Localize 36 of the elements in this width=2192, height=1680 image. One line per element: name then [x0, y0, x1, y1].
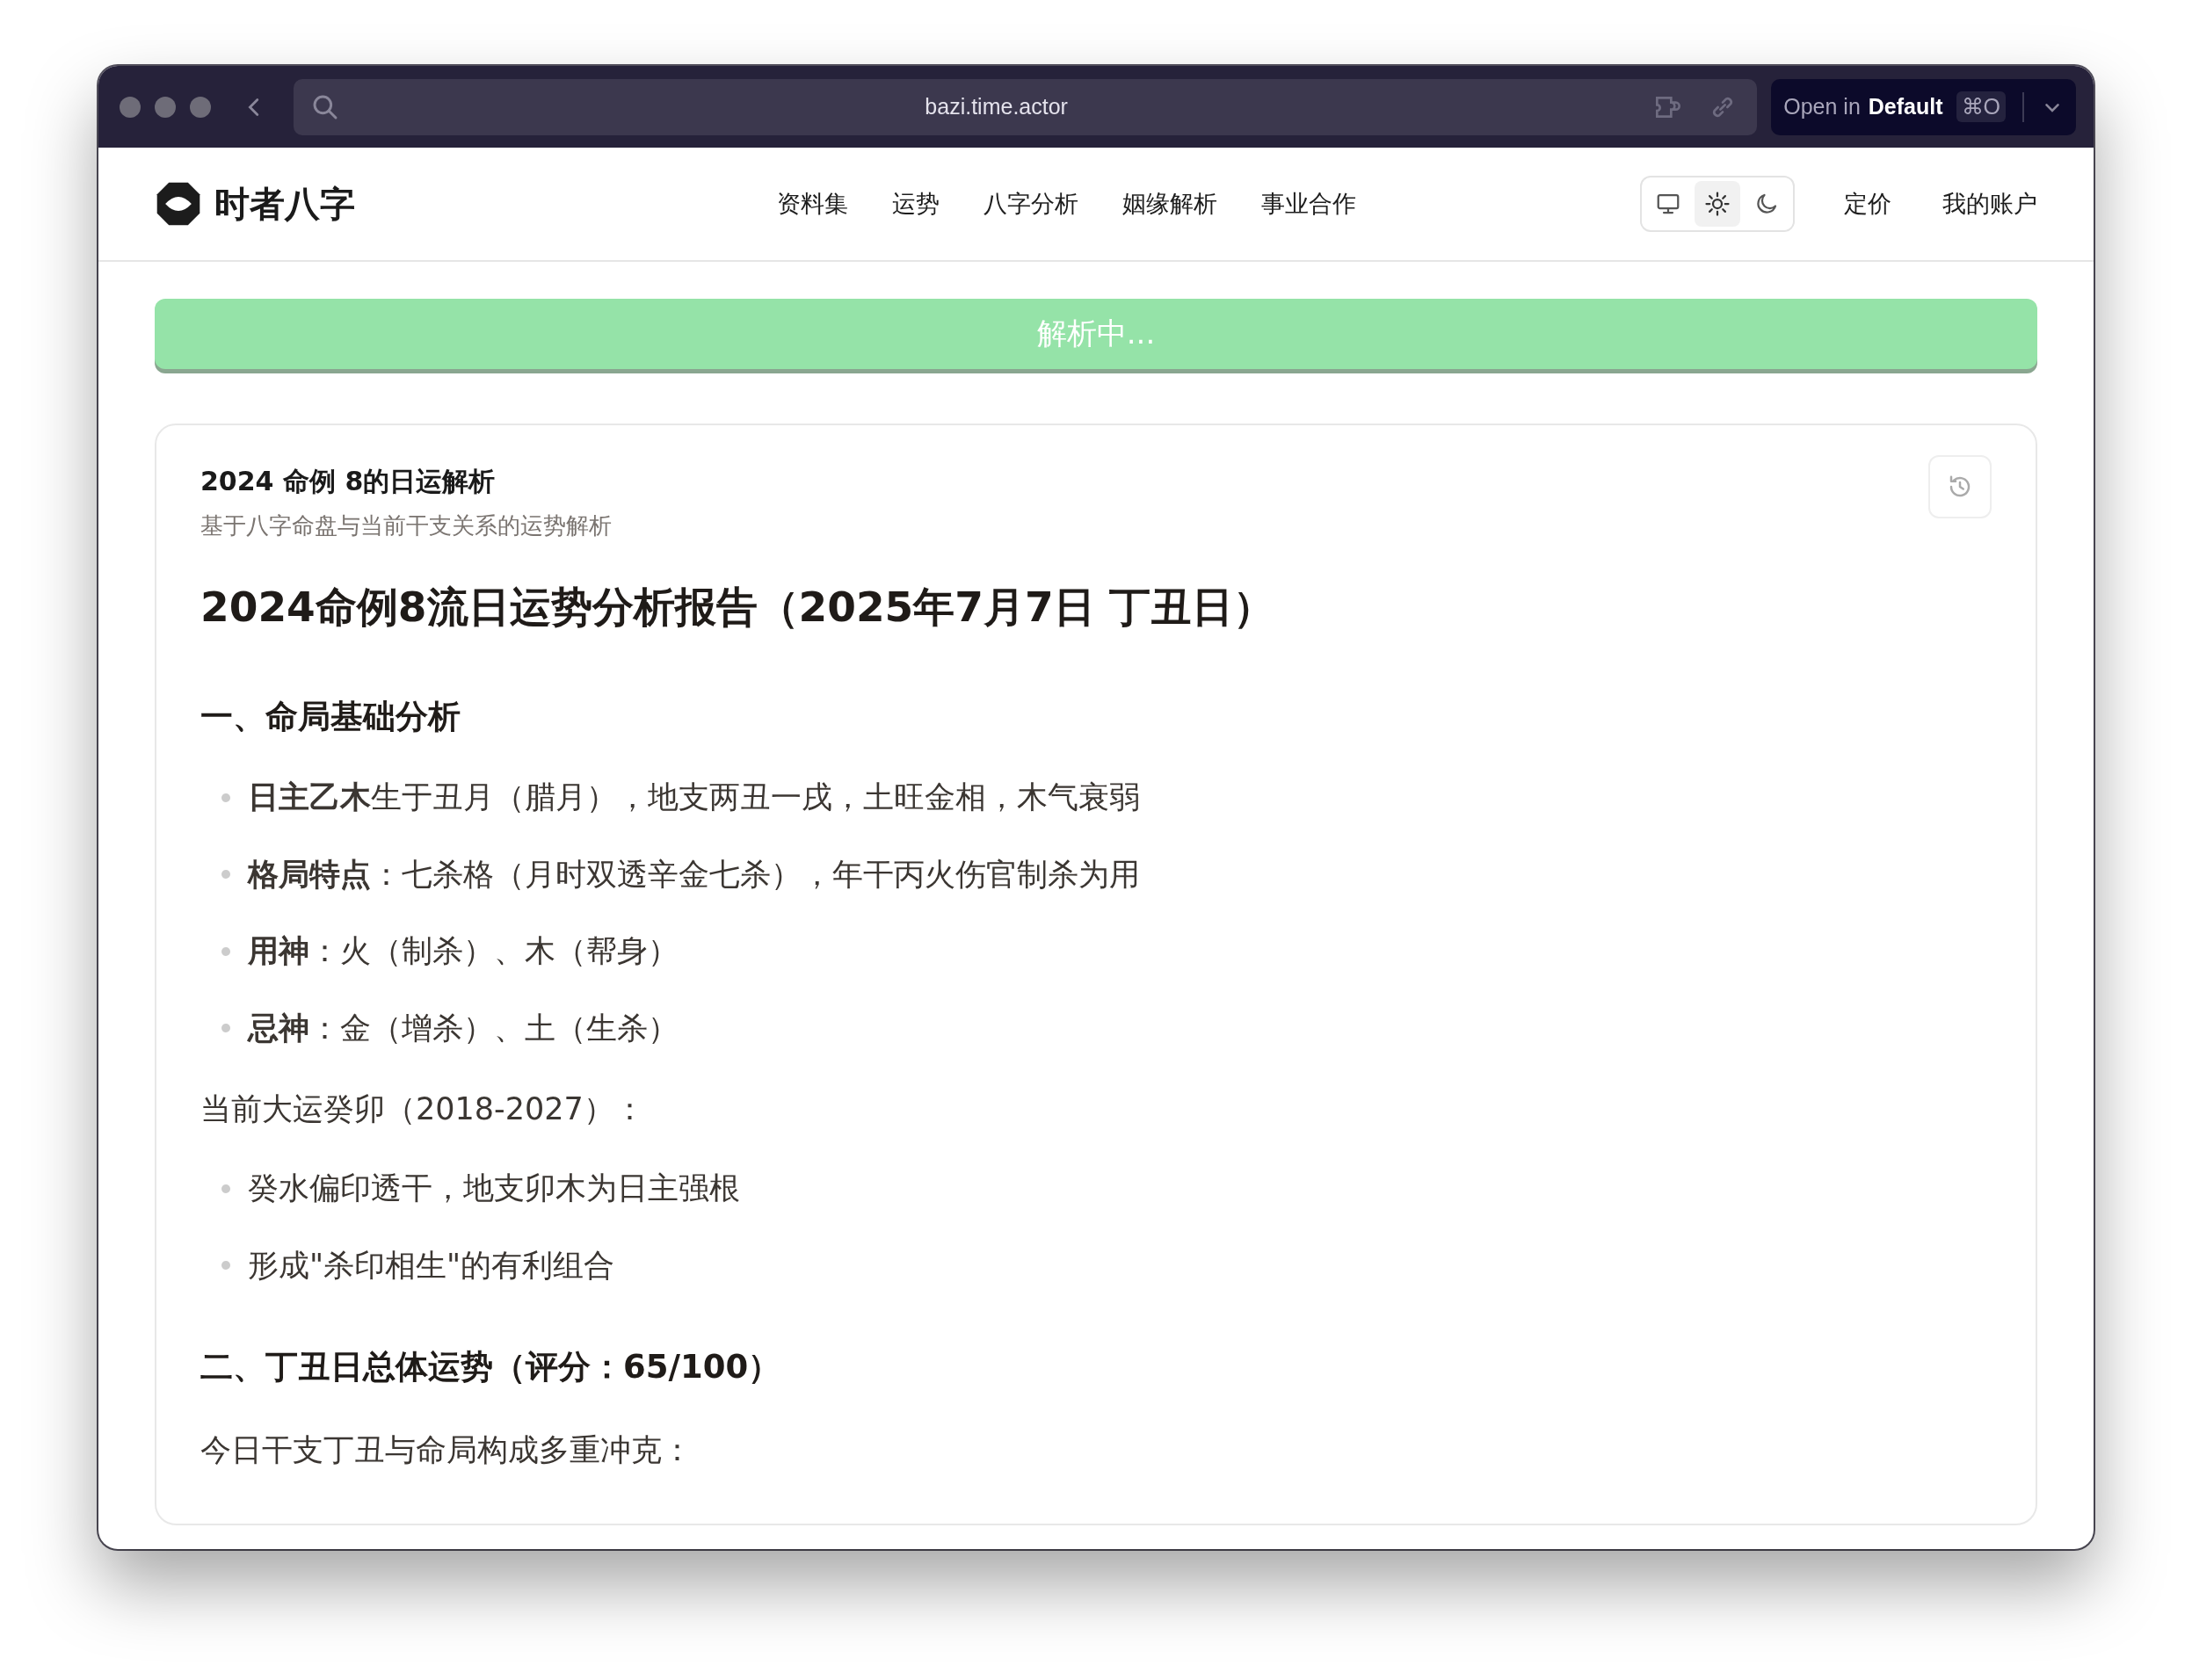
- card-title: 2024 命例 8的日运解析: [200, 465, 497, 498]
- nav-link[interactable]: 姻缘解析: [1122, 188, 1217, 220]
- card-subtitle: 基于八字命盘与当前干支关系的运势解析: [200, 511, 612, 540]
- site-logo[interactable]: 时者八字: [214, 179, 355, 228]
- list-item: 形成"杀印相生"的有利组合: [248, 1246, 615, 1285]
- open-in-button[interactable]: Open in Default ⌘O: [1771, 78, 2076, 135]
- nav-link[interactable]: 定价: [1844, 188, 1891, 220]
- section-heading: 一、命局基础分析: [200, 697, 461, 737]
- nav-link[interactable]: 八字分析: [983, 188, 1078, 220]
- url-text: bazi.time.actor: [924, 94, 1069, 119]
- window-control-icon[interactable]: [155, 96, 176, 118]
- report-heading: 2024命例8流日运势分析报告（2025年7月7日 丁丑日）: [200, 582, 1276, 633]
- window-control-icon[interactable]: [190, 96, 211, 118]
- list-item: 癸水偏印透干，地支卯木为日主强根: [248, 1169, 740, 1207]
- bullet-icon: [221, 870, 230, 880]
- list-item: 忌神：金（增杀）、土（生杀）: [248, 1009, 679, 1047]
- section-heading: 二、丁丑日总体运势（评分：65/100）: [200, 1347, 782, 1387]
- sun-icon: [1704, 191, 1731, 217]
- list-item: 日主乙木生于丑月（腊月），地支两丑一戌，土旺金相，木气衰弱: [248, 778, 1140, 816]
- window-control-icon[interactable]: [120, 96, 141, 118]
- bullet-icon: [221, 946, 230, 956]
- list-item: 格局特点：七杀格（月时双透辛金七杀），年干丙火伤官制杀为用: [248, 855, 1140, 894]
- bullet-icon: [221, 1261, 230, 1271]
- theme-button[interactable]: [1695, 181, 1740, 227]
- paragraph: 当前大运癸卯（2018-2027）：: [200, 1090, 646, 1128]
- nav-link[interactable]: 事业合作: [1261, 188, 1356, 220]
- bullet-icon: [221, 793, 230, 802]
- nav-link[interactable]: 资料集: [777, 188, 848, 220]
- shortcut-badge: ⌘O: [1956, 91, 2006, 122]
- nav-link[interactable]: 我的账户: [1942, 188, 2037, 220]
- bullet-icon: [221, 1184, 230, 1193]
- list-item: 用神：火（制杀）、木（帮身）: [248, 932, 679, 970]
- bullet-icon: [221, 1024, 230, 1033]
- nav-link[interactable]: 运势: [892, 188, 940, 220]
- paragraph: 今日干支丁丑与命局构成多重冲克：: [200, 1431, 693, 1469]
- logo-icon[interactable]: [155, 180, 202, 228]
